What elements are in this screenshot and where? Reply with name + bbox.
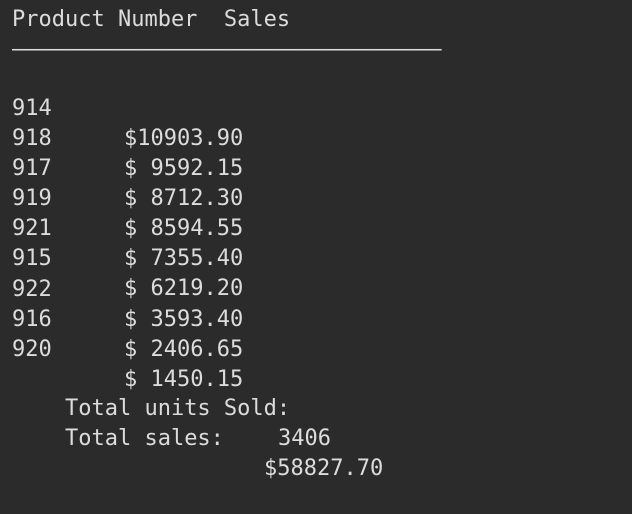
sales-amount: $ 2406.65 [124, 336, 244, 362]
table-row: 922 $ 3593.40 [12, 245, 243, 332]
sales-amount: $ 8712.30 [124, 186, 244, 212]
table-header: Product Number Sales [12, 7, 291, 32]
table-divider: ——————————————————————————————————— [12, 37, 442, 62]
sales-amount: $10903.90 [124, 126, 244, 151]
table-row: 916 $ 2406.65 [12, 275, 243, 362]
table-row: 917 $ 8712.30 [12, 124, 243, 211]
table-row: 918 $ 9592.15 [12, 94, 243, 181]
table-row: 914 $10903.90 [12, 64, 243, 151]
table-row: 919 $ 8594.55 [12, 154, 243, 241]
sales-amount: $ 9592.15 [124, 156, 244, 182]
total-sales-value: $58827.70 [264, 456, 384, 481]
total-units-line: Total units Sold: 3406 [12, 364, 331, 451]
table-row: 921 $ 7355.40 [12, 184, 243, 271]
total-sales-label: Total sales: [64, 426, 224, 451]
sales-table: 914 $10903.90 918 $ 9592.15 917 $ 8712.3… [12, 64, 243, 392]
sales-amount: $ 7355.40 [124, 246, 244, 272]
table-row: 915 $ 6219.20 [12, 214, 243, 301]
table-row: 920 $ 1450.15 [12, 305, 243, 392]
terminal-window[interactable]: Product Number Sales ———————————————————… [0, 0, 632, 481]
sales-amount: $ 8594.55 [124, 216, 244, 242]
product-number: 920 [12, 336, 52, 362]
sales-amount: $ 3593.40 [124, 306, 244, 332]
total-units-value: 3406 [278, 426, 331, 451]
sales-amount: $ 6219.20 [124, 276, 244, 302]
total-sales-line: Total sales: $58827.70 [12, 394, 383, 481]
